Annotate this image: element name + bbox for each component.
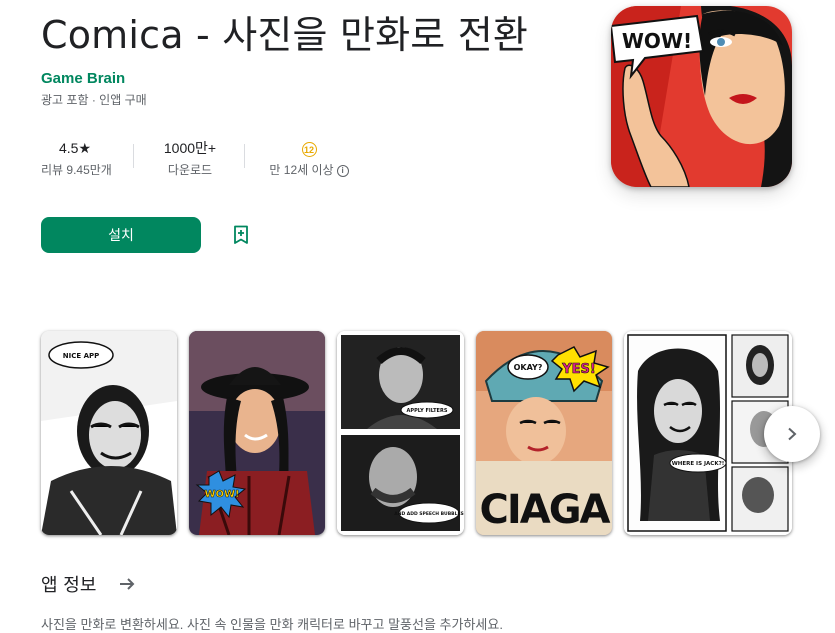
about-arrow[interactable] — [118, 575, 136, 598]
screenshot-3-caption-bottom: AND ADD SPEECH BUBBLES — [394, 511, 464, 517]
bookmark-add-icon — [234, 225, 248, 244]
about-heading[interactable]: 앱 정보 — [41, 571, 96, 597]
wishlist-button[interactable] — [226, 220, 256, 250]
rating-value: 4.5★ — [58, 140, 91, 156]
screenshot-2-badge: WOW! — [204, 489, 239, 500]
downloads-label: 다운로드 — [167, 163, 213, 177]
icon-wow-text: WOW! — [622, 29, 692, 53]
info-icon[interactable]: i — [336, 165, 349, 177]
rating-stat: 4.5★ 리뷰 9.45만개 — [41, 138, 112, 178]
screenshot-1-bubble: NICE APP — [63, 352, 100, 360]
downloads-stat: 1000만+ 다운로드 — [156, 138, 224, 178]
downloads-value: 1000만+ — [163, 140, 217, 156]
arrow-right-icon — [120, 578, 135, 590]
age-stat[interactable]: 12 만 12세 이상 i — [262, 138, 356, 178]
app-subtitle: 광고 포함 · 인앱 구매 — [41, 93, 147, 107]
stat-divider — [133, 144, 134, 168]
app-icon: WOW! — [611, 6, 792, 187]
install-button[interactable]: 설치 — [41, 217, 201, 253]
chevron-right-icon — [788, 427, 797, 441]
screenshot-5-bubble: WHERE IS JACK?! — [672, 461, 725, 467]
screenshot-3[interactable]: APPLY FILTERS AND ADD SPEECH BUBBLES — [337, 331, 464, 535]
age-rating-icon: 12 — [301, 142, 317, 157]
age-label: 만 12세 이상 — [269, 163, 334, 177]
stat-divider — [244, 144, 245, 168]
screenshot-2[interactable]: WOW! — [189, 331, 325, 535]
screenshot-4-badge: YES! — [561, 362, 596, 377]
about-description: 사진을 만화로 변환하세요. 사진 속 인물을 만화 캐릭터로 바꾸고 말풍선을… — [41, 617, 503, 632]
next-screenshot-button[interactable] — [764, 406, 820, 462]
screenshot-4-bubble: OKAY? — [514, 363, 543, 372]
app-title: Comica - 사진을 만화로 전환 — [41, 13, 529, 57]
developer-link[interactable]: Game Brain — [41, 70, 125, 87]
screenshot-3-caption-top: APPLY FILTERS — [407, 408, 448, 414]
screenshot-4-text: CIAGA — [480, 487, 611, 533]
rating-label: 리뷰 9.45만개 — [41, 163, 112, 177]
screenshot-1[interactable]: NICE APP — [41, 331, 177, 535]
screenshot-4[interactable]: CIAGA OKAY? YES! — [476, 331, 612, 535]
